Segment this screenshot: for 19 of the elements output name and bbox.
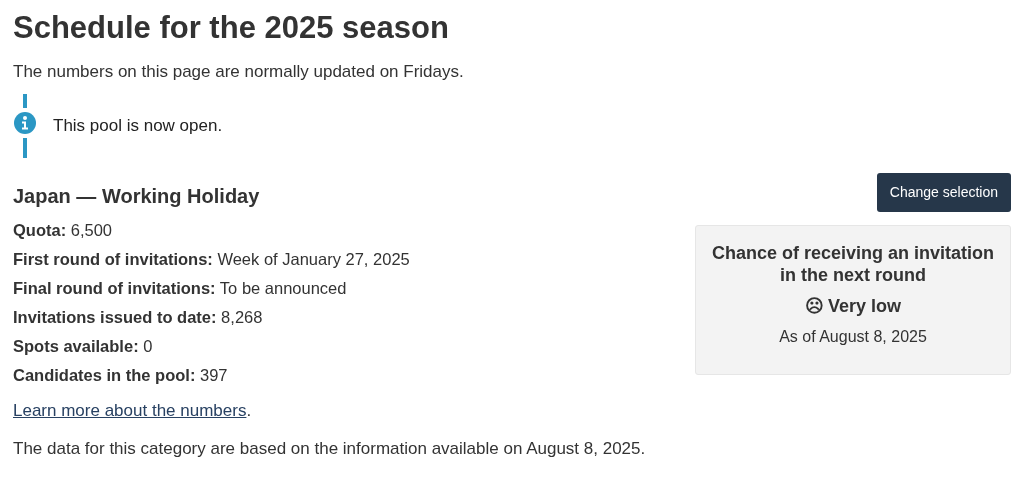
info-icon bbox=[14, 112, 36, 134]
data-note: The data for this category are based on the information available on August 8, 2025. bbox=[13, 438, 647, 460]
stat-line: First round of invitations: Week of January 27, 2025 bbox=[13, 249, 411, 270]
as-of-date: As of August 8, 2025 bbox=[779, 327, 927, 347]
stat-line: Candidates in the pool: 397 bbox=[13, 365, 229, 386]
stat-line: Spots available: 0 bbox=[13, 336, 154, 357]
sad-face-icon: ☹ bbox=[804, 294, 824, 318]
page-title: Schedule for the 2025 season bbox=[13, 9, 450, 47]
stat-line: Quota: 6,500 bbox=[13, 220, 114, 241]
learn-more-text: Learn more about the numbers. bbox=[13, 400, 253, 422]
stat-line: Invitations issued to date: 8,268 bbox=[13, 307, 264, 328]
chance-rating: Very low bbox=[827, 295, 901, 318]
notice-text: This pool is now open. bbox=[53, 115, 223, 137]
change-selection-button[interactable]: Change selection bbox=[876, 173, 1011, 212]
learn-more-link[interactable]: Learn more about the numbers bbox=[13, 401, 247, 420]
chance-title: Chance of receiving an invitation in the next round bbox=[710, 242, 996, 286]
intro-text: The numbers on this page are normally updated on Fridays. bbox=[13, 61, 465, 83]
stat-line: Final round of invitations: To be announced bbox=[13, 278, 348, 299]
pool-heading: Japan — Working Holiday bbox=[13, 184, 261, 209]
